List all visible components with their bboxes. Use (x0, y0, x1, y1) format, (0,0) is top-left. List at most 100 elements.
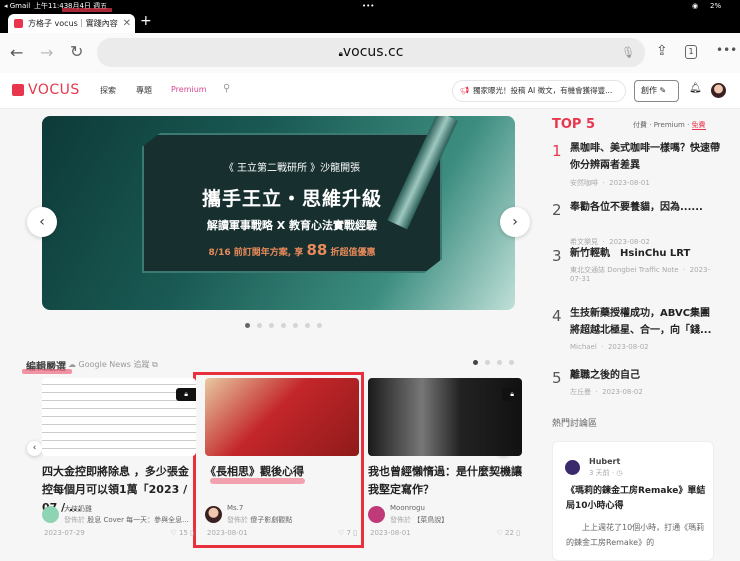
hero-banner[interactable]: 《 王立第二戰研所 》沙龍開張 攜手王立・思維升級 解讀軍事戰略 X 教育心法實… (42, 116, 515, 310)
nav-explore[interactable]: 探索 (100, 85, 116, 96)
likes[interactable]: ♡ 15 ▯ (170, 529, 194, 537)
status-bar: ◂ Gmail 上午11:43 8月4日 週五 ••• ◉ 2% (0, 0, 740, 12)
lock-icon: 🔒︎ (502, 388, 522, 401)
author-name[interactable]: Ms.7 (227, 504, 243, 512)
filter-paid[interactable]: 付費 (633, 121, 647, 129)
likes[interactable]: ♡ 7 ▯ (338, 529, 357, 537)
megaphone-icon: 📢︎ (460, 86, 470, 95)
author-avatar[interactable] (205, 506, 222, 523)
picks-dot[interactable] (473, 360, 478, 365)
article-thumbnail[interactable]: 🔒︎ (42, 378, 196, 456)
more-icon[interactable]: ••• (716, 43, 737, 57)
share-icon[interactable]: ⇪ (656, 43, 668, 59)
banner-offer: 8/16 前訂閱年方案, 享 88 折超值優惠 (208, 241, 376, 259)
discussion-avatar[interactable] (565, 460, 580, 475)
heart-icon: ♡ (170, 529, 177, 537)
reload-icon[interactable]: ↻ (70, 42, 83, 61)
article-card[interactable]: 《長相思》觀後心得 Ms.7 發佈於 傻子影劇觀點 2023-08-01 ♡ 7… (205, 378, 359, 546)
forward-icon[interactable]: → (40, 43, 53, 62)
multitask-dots-icon[interactable]: ••• (362, 0, 374, 12)
cloud-icon: ☁︎ (68, 360, 76, 369)
discussion-title: 熱門討論區 (552, 419, 598, 429)
picks-prev-button[interactable]: ‹ (27, 441, 42, 456)
rank-number: 4 (552, 307, 562, 325)
article-thumbnail[interactable] (205, 378, 359, 456)
new-tab-icon[interactable]: + (140, 13, 152, 29)
article-title[interactable]: 我也曾經懶惰過：是什麼契機讓我堅定寫作？ (368, 463, 522, 499)
filter-premium[interactable]: Premium (654, 121, 685, 129)
filter-free[interactable]: 免費 (691, 121, 706, 130)
search-icon[interactable]: ⚲ (223, 83, 230, 94)
banner-dot[interactable] (317, 323, 322, 328)
top5-title: TOP 5 (552, 117, 596, 132)
announcement-pill[interactable]: 📢︎ 獨家曝光！投稿 AI 徵文，有機會獲得豐... (452, 80, 626, 102)
author-avatar[interactable] (42, 506, 59, 523)
top5-title-text[interactable]: 生技新藥授權成功，ABVC集團將超越北極星、合一，向「錢... (570, 305, 720, 339)
nav-premium[interactable]: Premium (171, 85, 207, 94)
picks-dot[interactable] (509, 360, 514, 365)
google-news-follow-link[interactable]: ☁︎ Google News 追蹤 ⧉ (68, 359, 158, 370)
discussion-excerpt: 上上週花了10個小時，打通《瑪莉的鍊金工房Remake》的 (566, 523, 705, 547)
discussion-time: 3 天前 · ◷ (589, 469, 623, 477)
tab-bar: 方格子 vocus｜實踐內容 ✕ + (0, 12, 740, 33)
article-date: 2023-08-01 (207, 529, 248, 537)
browser-tab[interactable]: 方格子 vocus｜實踐內容 ✕ (8, 14, 135, 33)
article-card[interactable]: 🔒︎ 四大金控即將除息 ，多少張金控每個月可以領1萬「2023 / 07 / .… (42, 378, 196, 546)
article-title[interactable]: 《長相思》觀後心得 (205, 463, 359, 481)
top5-meta: Michael · 2023-08-02 (570, 343, 649, 351)
rank-number: 5 (552, 369, 562, 387)
nav-topics[interactable]: 專題 (136, 85, 152, 96)
author-name[interactable]: 大俠奶雞 (64, 504, 92, 514)
picks-dot[interactable] (497, 360, 502, 365)
bookmark-icon: ▯ (190, 529, 194, 537)
tabs-count-button[interactable]: 1 (685, 45, 697, 59)
banner-dot[interactable] (281, 323, 286, 328)
published-label: 發佈於 (227, 516, 248, 524)
author-avatar[interactable] (368, 506, 385, 523)
picks-pagination (473, 360, 518, 365)
banner-dot[interactable] (269, 323, 274, 328)
bookmark-icon: ▯ (353, 529, 357, 537)
article-date: 2023-08-01 (370, 529, 411, 537)
top5-title-text[interactable]: 新竹輕軌 HsinChu LRT (570, 245, 720, 262)
rank-number: 2 (552, 201, 562, 219)
lock-icon: 🔒︎ (176, 388, 196, 401)
banner-pagination (245, 323, 325, 328)
banner-dot[interactable] (245, 323, 250, 328)
top5-filters: 付費 · Premium · 免費 (633, 121, 706, 130)
banner-dot[interactable] (305, 323, 310, 328)
announcement-text: 獨家曝光！投稿 AI 徵文，有機會獲得豐... (473, 86, 613, 95)
picks-dot[interactable] (485, 360, 490, 365)
banner-next-button[interactable]: › (500, 207, 530, 237)
article-card[interactable]: 🔒︎ 我也曾經懶惰過：是什麼契機讓我堅定寫作？ Moonrogu 發佈於 【菜鳥… (368, 378, 522, 546)
discussion-author[interactable]: Hubert (589, 457, 620, 466)
likes[interactable]: ♡ 22 ▯ (496, 529, 520, 537)
close-tab-icon[interactable]: ✕ (119, 14, 131, 33)
top5-meta: 東北交通誌 Dongbei Traffic Note · 2023-07-31 (570, 266, 711, 283)
publication-name[interactable]: 股息 Cover 每一天：參與全息... (87, 516, 189, 524)
top5-title-text[interactable]: 離職之後的自己 (570, 367, 720, 384)
publication-name[interactable]: 【菜鳥說】 (413, 516, 448, 524)
banner-prev-button[interactable]: ‹ (27, 207, 57, 237)
top5-title-text[interactable]: 黑咖啡、美式咖啡一樣嗎？快速帶你分辨兩者差異 (570, 140, 720, 174)
author-name[interactable]: Moonrogu (390, 504, 425, 512)
banner-dot[interactable] (257, 323, 262, 328)
microphone-icon[interactable]: 🎙︎ (621, 38, 635, 67)
top5-title-text[interactable]: 奉勸各位不要養貓，因為...... (570, 199, 720, 216)
back-to-app[interactable]: ◂ Gmail (4, 0, 30, 12)
user-avatar[interactable] (711, 83, 726, 98)
banner-dot[interactable] (293, 323, 298, 328)
address-bar[interactable]: 🔒︎vocus.cc 🎙︎ (97, 38, 645, 67)
publication-name[interactable]: 傻子影劇觀點 (250, 516, 292, 524)
back-icon[interactable]: ← (10, 43, 23, 62)
bell-icon[interactable]: 🔔︎ (689, 83, 702, 94)
top5-meta: 左丘曼 · 2023-08-02 (570, 388, 643, 396)
discussion-card[interactable]: Hubert 3 天前 · ◷ 《瑪莉的鍊金工房Remake》單結局10小時心得… (552, 441, 714, 561)
discussion-post-title[interactable]: 《瑪莉的鍊金工房Remake》單結局10小時心得 (566, 484, 711, 514)
article-thumbnail[interactable]: 🔒︎ (368, 378, 522, 456)
create-button[interactable]: 創作 ✎ (634, 80, 679, 102)
published-label: 發佈於 (64, 516, 85, 524)
vocus-logo-icon[interactable] (12, 84, 24, 96)
logo-text[interactable]: VOCUS (28, 82, 80, 98)
heart-icon: ♡ (496, 529, 503, 537)
